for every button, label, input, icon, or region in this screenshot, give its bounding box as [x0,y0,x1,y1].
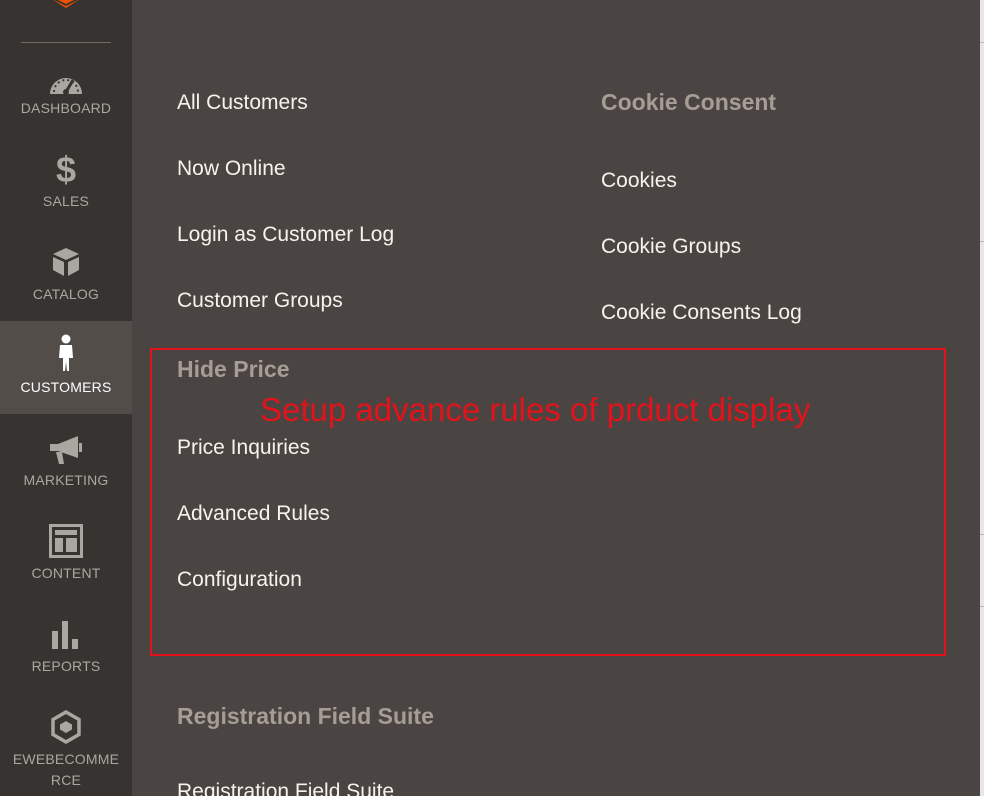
layout-icon [46,521,86,561]
section-heading-registration-field-suite: Registration Field Suite [177,703,434,729]
sidebar-item-marketing[interactable]: MARKETING [0,422,132,515]
magento-logo-icon[interactable] [40,0,92,18]
svg-text:$: $ [56,150,76,188]
box-icon [46,242,86,282]
megaphone-icon [46,430,86,470]
background-page-edge [980,0,984,796]
hexagon-logo-icon [46,707,86,747]
admin-screen: DASHBOARD $ SALES CATALOG CUSTOMERS MARK… [0,0,984,796]
logo-divider [21,42,111,43]
sidebar-item-dashboard[interactable]: DASHBOARD [0,50,132,143]
sidebar-item-content[interactable]: CONTENT [0,515,132,608]
bar-chart-icon [46,614,86,654]
annotation-callout-text: Setup advance rules of prduct display [260,391,811,428]
menu-link-all-customers[interactable]: All Customers [177,89,308,117]
menu-link-login-as-customer-log[interactable]: Login as Customer Log [177,221,394,249]
menu-link-registration-field-suite[interactable]: Registration Field Suite [177,778,394,796]
menu-link-now-online[interactable]: Now Online [177,155,286,183]
sidebar-item-label: REPORTS [31,658,101,674]
admin-sidebar: DASHBOARD $ SALES CATALOG CUSTOMERS MARK… [0,0,132,796]
sidebar-item-label: EWEBECOMME [12,751,120,767]
sidebar-item-label: SALES [42,193,90,209]
person-icon [46,333,86,373]
section-heading-cookie-consent: Cookie Consent [601,89,777,115]
sidebar-item-reports[interactable]: REPORTS [0,608,132,701]
dashboard-gauge-icon [46,62,86,102]
sidebar-item-label-continued: RCE [50,772,82,788]
sidebar-item-customers[interactable]: CUSTOMERS [0,321,132,414]
sidebar-item-sales[interactable]: $ SALES [0,143,132,236]
menu-link-cookie-consents-log[interactable]: Cookie Consents Log [601,299,802,327]
dollar-icon: $ [46,149,86,189]
sidebar-item-label: CUSTOMERS [20,379,112,395]
sidebar-item-label: CONTENT [31,565,101,581]
sidebar-item-label: MARKETING [23,472,109,488]
sidebar-item-ewebecommerce[interactable]: EWEBECOMME RCE [0,701,132,796]
menu-link-cookie-groups[interactable]: Cookie Groups [601,233,741,261]
sidebar-item-catalog[interactable]: CATALOG [0,236,132,329]
menu-link-cookies[interactable]: Cookies [601,167,677,195]
sidebar-item-label: DASHBOARD [20,100,112,116]
sidebar-item-label: CATALOG [32,286,100,302]
menu-link-customer-groups[interactable]: Customer Groups [177,287,343,315]
